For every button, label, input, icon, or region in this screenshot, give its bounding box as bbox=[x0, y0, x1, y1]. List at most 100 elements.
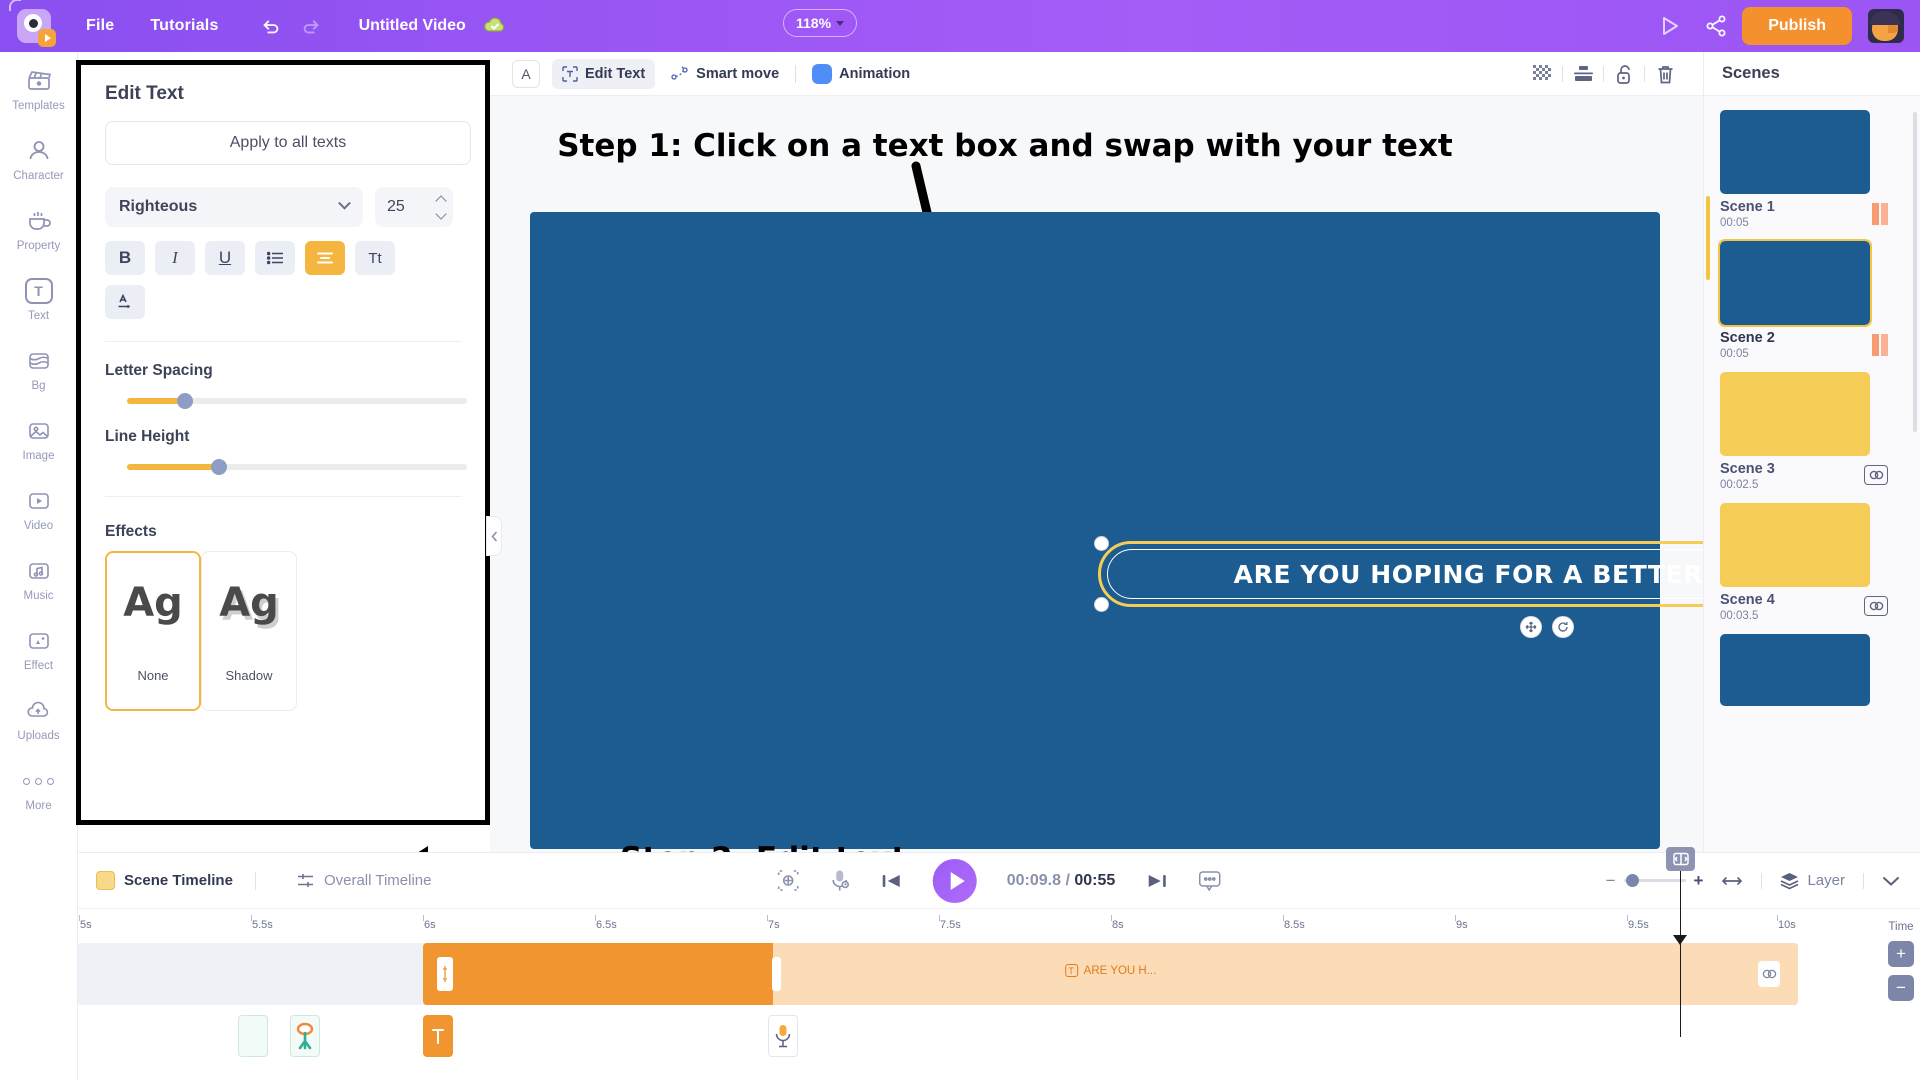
scene-item-4[interactable]: Scene 4 00:03.5 bbox=[1720, 503, 1904, 622]
resize-handle-left-top[interactable] bbox=[1094, 536, 1109, 551]
resize-handle-left-bottom[interactable] bbox=[1094, 597, 1109, 612]
panel-collapse-button[interactable] bbox=[486, 516, 502, 556]
layer-button[interactable]: Layer bbox=[1780, 872, 1845, 890]
effect-card-none[interactable]: Ag None bbox=[105, 551, 201, 711]
time-column: Time + − bbox=[1878, 921, 1920, 1009]
menu-file[interactable]: File bbox=[68, 17, 132, 35]
font-family-select[interactable]: Righteous bbox=[105, 187, 363, 227]
user-avatar[interactable] bbox=[1868, 9, 1904, 43]
font-size-stepper[interactable]: 25 bbox=[375, 187, 453, 227]
video-canvas[interactable] bbox=[530, 212, 1660, 849]
slider-handle[interactable] bbox=[210, 459, 227, 475]
stepper-arrows-icon[interactable] bbox=[435, 194, 447, 220]
previous-frame-icon[interactable] bbox=[881, 872, 903, 890]
asset-voiceover-icon[interactable] bbox=[768, 1015, 798, 1057]
sidebar-item-image[interactable]: Image bbox=[0, 416, 78, 486]
playhead-handle[interactable] bbox=[1666, 847, 1695, 871]
sidebar-item-character[interactable]: Character bbox=[0, 136, 78, 206]
timeline-tracks: T ARE YOU H... bbox=[78, 847, 1920, 1080]
zoom-level-selector[interactable]: 118% bbox=[783, 9, 858, 37]
animation-button[interactable]: Animation bbox=[812, 63, 910, 84]
scene-thumbnail[interactable] bbox=[1720, 634, 1870, 706]
text-case-button[interactable]: Tt bbox=[355, 241, 395, 275]
document-title[interactable]: Untitled Video bbox=[359, 17, 466, 35]
scene-thumbnail[interactable] bbox=[1720, 372, 1870, 456]
scene-thumbnail[interactable] bbox=[1720, 110, 1870, 194]
rotate-icon[interactable] bbox=[1552, 616, 1574, 638]
sidebar-item-property[interactable]: Property bbox=[0, 206, 78, 276]
scene-item-2[interactable]: Scene 2 00:05 bbox=[1718, 239, 1904, 360]
sidebar-item-text[interactable]: T Text bbox=[0, 276, 78, 346]
scene-item-5[interactable] bbox=[1720, 634, 1904, 706]
sidebar-item-more[interactable]: More bbox=[0, 766, 78, 836]
chevron-down-icon[interactable] bbox=[1882, 875, 1900, 887]
sidebar-item-bg[interactable]: Bg bbox=[0, 346, 78, 416]
scenes-scrollbar[interactable] bbox=[1913, 112, 1917, 432]
transparency-icon[interactable] bbox=[1522, 52, 1562, 96]
slider-handle[interactable] bbox=[176, 393, 193, 409]
scene-timeline-tab[interactable]: Scene Timeline bbox=[96, 871, 233, 890]
link-icon[interactable] bbox=[1864, 596, 1888, 616]
asset-character-icon[interactable] bbox=[290, 1015, 320, 1057]
effect-card-shadow[interactable]: Ag Shadow bbox=[201, 551, 297, 711]
caption-icon[interactable] bbox=[1197, 870, 1221, 892]
sidebar-item-uploads[interactable]: Uploads bbox=[0, 696, 78, 766]
scene-item-3[interactable]: Scene 3 00:02.5 bbox=[1720, 372, 1904, 491]
letter-spacing-slider[interactable] bbox=[127, 393, 467, 409]
undo-icon[interactable] bbox=[251, 6, 291, 46]
scenes-list[interactable]: Scene 1 00:05 Scene 2 00:05 Scene 3 00:0… bbox=[1704, 96, 1920, 852]
unlock-icon[interactable] bbox=[1604, 52, 1644, 96]
bullet-list-button[interactable] bbox=[255, 241, 295, 275]
clip-trim-handle-right[interactable] bbox=[772, 957, 781, 991]
next-frame-icon[interactable] bbox=[1145, 872, 1167, 890]
transition-marks-icon[interactable] bbox=[1872, 203, 1888, 225]
timeline-zoom-slider[interactable]: − + bbox=[1606, 871, 1704, 891]
scene-item-1[interactable]: Scene 1 00:05 bbox=[1720, 110, 1904, 229]
smart-move-button[interactable]: Smart move bbox=[671, 66, 779, 82]
menu-tutorials[interactable]: Tutorials bbox=[132, 17, 236, 35]
scene-thumbnail[interactable] bbox=[1720, 503, 1870, 587]
align-center-button[interactable] bbox=[305, 241, 345, 275]
subtract-time-button[interactable]: − bbox=[1888, 975, 1914, 1001]
preview-play-icon[interactable] bbox=[1650, 6, 1690, 46]
align-icon[interactable] bbox=[1563, 52, 1603, 96]
sidebar-item-templates[interactable]: Templates bbox=[0, 66, 78, 136]
asset-shape-icon[interactable] bbox=[238, 1015, 268, 1057]
zoom-in-button[interactable]: + bbox=[1694, 871, 1704, 891]
share-icon[interactable] bbox=[1696, 6, 1736, 46]
sidebar-item-effect[interactable]: Effect bbox=[0, 626, 78, 696]
asset-text-icon[interactable] bbox=[423, 1015, 453, 1057]
timeline-ruler[interactable]: 5s 5.5s 6s 6.5s 7s 7.5s 8s 8.5s 9s 9.5s … bbox=[78, 915, 1920, 941]
italic-button[interactable]: I bbox=[155, 241, 195, 275]
app-logo[interactable] bbox=[0, 0, 68, 47]
bold-button[interactable]: B bbox=[105, 241, 145, 275]
add-time-button[interactable]: + bbox=[1888, 941, 1914, 967]
fit-width-icon[interactable] bbox=[1721, 874, 1743, 888]
transition-marks-icon[interactable] bbox=[1872, 334, 1888, 356]
publish-button[interactable]: Publish bbox=[1742, 7, 1852, 45]
line-height-slider[interactable] bbox=[127, 459, 467, 475]
fit-to-screen-icon[interactable] bbox=[777, 869, 800, 892]
play-button[interactable] bbox=[932, 858, 977, 903]
text-tool-icon[interactable]: A bbox=[512, 59, 540, 88]
text-clip-icon: T bbox=[1064, 964, 1078, 977]
sidebar-item-video[interactable]: Video bbox=[0, 486, 78, 556]
zoom-slider-handle[interactable] bbox=[1625, 874, 1639, 887]
edit-text-button[interactable]: Edit Text bbox=[552, 58, 656, 89]
text-color-button[interactable] bbox=[105, 285, 145, 319]
apply-to-all-texts-button[interactable]: Apply to all texts bbox=[105, 121, 471, 165]
delete-icon[interactable] bbox=[1645, 52, 1685, 96]
clip-trim-handle-left[interactable] bbox=[437, 957, 453, 991]
link-icon[interactable] bbox=[1864, 465, 1888, 485]
voiceover-icon[interactable] bbox=[830, 869, 851, 893]
redo-icon[interactable] bbox=[291, 6, 331, 46]
zoom-out-button[interactable]: − bbox=[1606, 871, 1616, 891]
playhead[interactable] bbox=[1666, 847, 1695, 1037]
selected-clip-segment[interactable] bbox=[423, 943, 781, 1005]
scene-thumbnail[interactable] bbox=[1718, 239, 1872, 327]
sidebar-item-music[interactable]: Music bbox=[0, 556, 78, 626]
underline-button[interactable]: U bbox=[205, 241, 245, 275]
clip-link-icon[interactable] bbox=[1758, 961, 1780, 987]
overall-timeline-tab[interactable]: Overall Timeline bbox=[296, 871, 432, 890]
move-icon[interactable] bbox=[1520, 616, 1542, 638]
